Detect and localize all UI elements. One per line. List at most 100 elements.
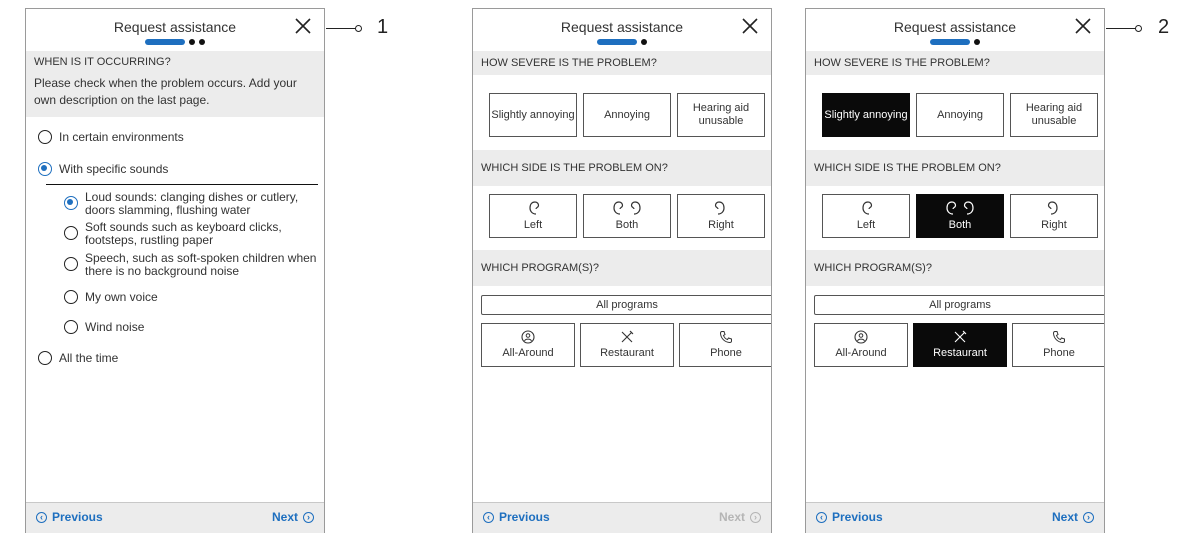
all-around-icon bbox=[854, 330, 868, 344]
suboption-wind-noise[interactable]: Wind noise bbox=[64, 320, 144, 334]
program-all-around[interactable]: All-Around bbox=[814, 323, 908, 367]
option-all-the-time[interactable]: All the time bbox=[38, 351, 118, 365]
panel-severity-selected: Request assistance HOW SEVERE IS THE PRO… bbox=[805, 8, 1105, 533]
next-label: Next bbox=[1051, 510, 1078, 524]
page-title: Request assistance bbox=[113, 19, 237, 35]
phone-icon bbox=[719, 331, 732, 344]
program-label: Restaurant bbox=[600, 347, 654, 359]
callout-number: 2 bbox=[1158, 16, 1170, 38]
suboption-line: footsteps, rustling paper bbox=[85, 233, 214, 247]
radio-button[interactable] bbox=[64, 320, 78, 334]
next-button[interactable]: Next › bbox=[1052, 510, 1094, 524]
footer-nav: ‹ Previous Next › bbox=[473, 502, 771, 533]
program-restaurant-selected[interactable]: Restaurant bbox=[913, 323, 1007, 367]
suboption-label: Loud sounds: clanging dishes or cutlery,… bbox=[85, 191, 298, 217]
previous-button[interactable]: ‹ Previous bbox=[483, 510, 550, 524]
previous-button[interactable]: ‹ Previous bbox=[816, 510, 883, 524]
suboption-own-voice[interactable]: My own voice bbox=[64, 290, 158, 304]
severity-slightly-annoying[interactable]: Slightly annoying bbox=[489, 93, 577, 137]
panel-severity-unselected: Request assistance HOW SEVERE IS THE PRO… bbox=[472, 8, 772, 533]
section-header: WHICH PROGRAM(S)? bbox=[473, 250, 771, 286]
radio-button-selected[interactable] bbox=[38, 162, 52, 176]
previous-label: Previous bbox=[832, 510, 883, 524]
all-programs-button[interactable]: All programs bbox=[481, 295, 771, 315]
option-specific-sounds[interactable]: With specific sounds bbox=[38, 162, 168, 176]
severity-unusable[interactable]: Hearing aid unusable bbox=[677, 93, 765, 137]
side-left-button[interactable]: Left bbox=[489, 194, 577, 238]
next-button-disabled[interactable]: Next › bbox=[719, 510, 761, 524]
program-all-around[interactable]: All-Around bbox=[481, 323, 575, 367]
page-title: Request assistance bbox=[560, 19, 684, 35]
suboption-line: doors slamming, flushing water bbox=[85, 203, 251, 217]
next-label: Next bbox=[271, 510, 298, 524]
footer-nav: ‹ Previous Next › bbox=[26, 502, 324, 533]
section-header: WHICH PROGRAM(S)? bbox=[806, 250, 1104, 286]
side-left-button[interactable]: Left bbox=[822, 194, 910, 238]
option-label: With specific sounds bbox=[59, 162, 169, 176]
side-right-button[interactable]: Right bbox=[677, 194, 765, 238]
suboption-loud-sounds[interactable]: Loud sounds: clanging dishes or cutlery,… bbox=[64, 191, 298, 217]
close-icon[interactable] bbox=[294, 17, 314, 37]
severity-annoying[interactable]: Annoying bbox=[583, 93, 671, 137]
chevron-left-circle-icon: ‹ bbox=[816, 511, 827, 523]
right-ear-icon bbox=[1047, 201, 1058, 215]
side-label: Right bbox=[708, 219, 734, 231]
suboption-label: Wind noise bbox=[85, 320, 145, 334]
section-header: WHICH SIDE IS THE PROBLEM ON? bbox=[473, 150, 771, 186]
severity-annoying[interactable]: Annoying bbox=[916, 93, 1004, 137]
suboption-line: Speech, such as soft-spoken children whe… bbox=[85, 251, 317, 265]
callout-number: 1 bbox=[377, 16, 389, 38]
suboption-line: there is no background noise bbox=[85, 264, 240, 278]
step-dot bbox=[641, 39, 647, 45]
step-active bbox=[597, 39, 637, 45]
program-phone[interactable]: Phone bbox=[679, 323, 771, 367]
severity-unusable[interactable]: Hearing aid unusable bbox=[1010, 93, 1098, 137]
side-label: Left bbox=[523, 219, 543, 231]
chevron-right-circle-icon: › bbox=[303, 511, 314, 523]
suboption-soft-sounds[interactable]: Soft sounds such as keyboard clicks, foo… bbox=[64, 221, 282, 247]
header: Request assistance bbox=[473, 9, 771, 51]
step-dot bbox=[974, 39, 980, 45]
radio-button[interactable] bbox=[64, 257, 78, 271]
severity-slightly-annoying-selected[interactable]: Slightly annoying bbox=[822, 93, 910, 137]
radio-button[interactable] bbox=[38, 130, 52, 144]
callout-marker bbox=[1135, 25, 1142, 32]
radio-button[interactable] bbox=[38, 351, 52, 365]
callout-line bbox=[326, 28, 356, 29]
panel-when-occurring: Request assistance WHEN IS IT OCCURRING?… bbox=[25, 8, 325, 533]
radio-button[interactable] bbox=[64, 226, 78, 240]
suboption-label: Speech, such as soft-spoken children whe… bbox=[85, 252, 316, 278]
program-restaurant[interactable]: Restaurant bbox=[580, 323, 674, 367]
suboption-speech[interactable]: Speech, such as soft-spoken children whe… bbox=[64, 252, 316, 278]
left-ear-icon bbox=[529, 201, 540, 215]
side-both-button-selected[interactable]: Both bbox=[916, 194, 1004, 238]
chevron-right-circle-icon: › bbox=[1083, 511, 1094, 523]
side-label: Right bbox=[1041, 219, 1067, 231]
suboption-label: Soft sounds such as keyboard clicks, foo… bbox=[85, 221, 282, 247]
program-phone[interactable]: Phone bbox=[1012, 323, 1104, 367]
all-programs-button[interactable]: All programs bbox=[814, 295, 1104, 315]
close-icon[interactable] bbox=[741, 17, 761, 37]
next-button[interactable]: Next › bbox=[272, 510, 314, 524]
radio-button[interactable] bbox=[64, 290, 78, 304]
side-label: Both bbox=[615, 219, 639, 231]
suboption-line: Loud sounds: clanging dishes or cutlery, bbox=[85, 190, 299, 204]
section-header: HOW SEVERE IS THE PROBLEM? bbox=[806, 51, 1104, 75]
chevron-right-circle-icon: › bbox=[750, 511, 761, 523]
program-label: Phone bbox=[710, 347, 742, 359]
radio-button-selected[interactable] bbox=[64, 196, 78, 210]
chevron-left-circle-icon: ‹ bbox=[483, 511, 494, 523]
option-certain-environments[interactable]: In certain environments bbox=[38, 130, 184, 144]
previous-button[interactable]: ‹ Previous bbox=[36, 510, 103, 524]
chevron-left-circle-icon: ‹ bbox=[36, 511, 47, 523]
section-header: WHEN IS IT OCCURRING? bbox=[26, 51, 324, 73]
all-around-icon bbox=[521, 330, 535, 344]
left-ear-icon bbox=[862, 201, 873, 215]
program-label: Restaurant bbox=[933, 347, 987, 359]
side-right-button[interactable]: Right bbox=[1010, 194, 1098, 238]
side-both-button[interactable]: Both bbox=[583, 194, 671, 238]
step-indicator bbox=[806, 39, 1104, 45]
step-dot bbox=[199, 39, 205, 45]
close-icon[interactable] bbox=[1074, 17, 1094, 37]
both-ears-icon bbox=[613, 201, 641, 215]
